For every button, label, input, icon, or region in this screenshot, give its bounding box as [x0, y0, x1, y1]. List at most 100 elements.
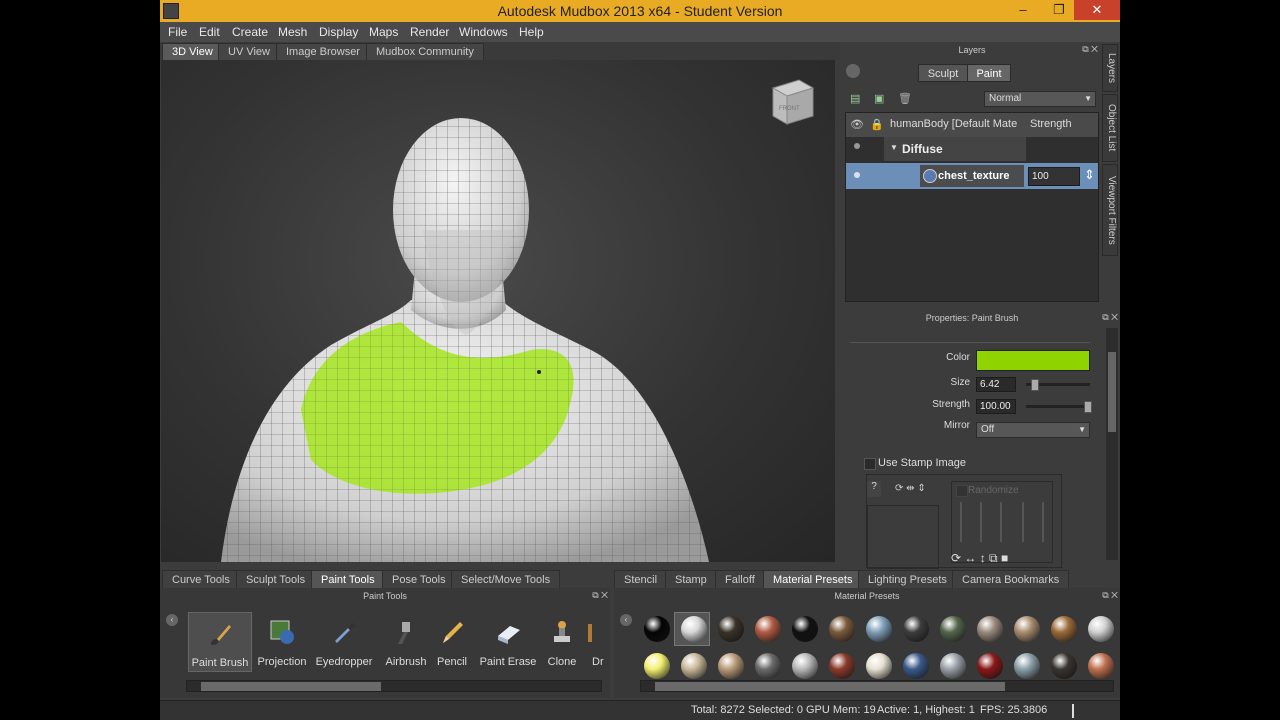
strength-slider[interactable]	[1026, 405, 1090, 408]
material-preset-sphere[interactable]	[977, 653, 1003, 679]
strength-field[interactable]: 100.00	[976, 399, 1016, 414]
minimize-button[interactable]: –	[1008, 0, 1038, 20]
material-preset-sphere[interactable]	[903, 616, 929, 642]
material-preset-sphere[interactable]	[792, 653, 818, 679]
material-preset-sphere[interactable]	[977, 616, 1003, 642]
strength-spinner-icon[interactable]: ⇕	[1084, 167, 1095, 183]
viewport-3d[interactable]: FRONT	[161, 60, 835, 562]
material-preset-sphere[interactable]	[903, 653, 929, 679]
tool-paint-brush[interactable]: Paint Brush	[188, 612, 252, 672]
help-icon[interactable]: ?	[867, 481, 881, 497]
menu-create[interactable]: Create	[232, 25, 268, 39]
tab-uv-view[interactable]: UV View	[218, 43, 280, 60]
layer-row-chest-texture[interactable]: chest_texture 100 ⇕	[846, 163, 1098, 189]
material-preset-sphere[interactable]	[718, 653, 744, 679]
tools-scroll-thumb[interactable]	[201, 682, 381, 691]
material-preset-sphere[interactable]	[1088, 653, 1114, 679]
jitter-slider-5[interactable]	[1042, 502, 1044, 542]
material-preset-sphere[interactable]	[681, 653, 707, 679]
layers-panel-controls[interactable]: ⧉ ✕	[1082, 44, 1098, 55]
size-slider-knob[interactable]	[1031, 379, 1039, 391]
material-preset-sphere[interactable]	[866, 653, 892, 679]
presets-scroll-thumb[interactable]	[655, 682, 1005, 691]
material-preset-sphere[interactable]	[940, 653, 966, 679]
material-preset-sphere[interactable]	[792, 616, 818, 642]
material-preset-sphere[interactable]	[1051, 653, 1077, 679]
tab-image-browser[interactable]: Image Browser	[276, 43, 370, 60]
menu-mesh[interactable]: Mesh	[278, 25, 307, 39]
stamp-transform-icons[interactable]: ⟳ ↔ ↕ ⧉ ■	[951, 551, 1008, 566]
strength-slider-knob[interactable]	[1084, 401, 1092, 413]
properties-scroll-thumb[interactable]	[1108, 352, 1116, 432]
material-preset-sphere[interactable]	[681, 616, 707, 642]
tab-stencil[interactable]: Stencil	[614, 570, 668, 588]
restore-button[interactable]: ❐	[1044, 0, 1074, 20]
properties-panel-controls[interactable]: ⧉ ✕	[1102, 312, 1118, 323]
jitter-slider-1[interactable]	[960, 502, 962, 542]
material-preset-sphere[interactable]	[1051, 616, 1077, 642]
color-swatch[interactable]	[976, 350, 1090, 371]
material-preset-sphere[interactable]	[829, 616, 855, 642]
menu-display[interactable]: Display	[319, 25, 358, 39]
group-visibility-dot[interactable]	[854, 143, 860, 149]
tool-pencil[interactable]: Pencil	[420, 612, 484, 672]
tool-eyedropper[interactable]: Eyedropper	[312, 612, 376, 672]
scroll-left-icon[interactable]: ‹	[166, 614, 178, 626]
material-preset-sphere[interactable]	[644, 653, 670, 679]
material-preset-sphere[interactable]	[866, 616, 892, 642]
side-tab-object-list[interactable]: Object List	[1102, 94, 1118, 162]
tool-dry-brush[interactable]: Dr	[574, 612, 606, 672]
use-stamp-checkbox[interactable]	[864, 458, 876, 470]
lock-icon[interactable]: 🔒	[870, 118, 884, 131]
layers-collapse-icon[interactable]	[846, 64, 860, 78]
view-cube[interactable]: FRONT	[769, 76, 819, 126]
menu-maps[interactable]: Maps	[369, 25, 398, 39]
scroll-left-icon[interactable]: ‹	[620, 614, 632, 626]
presets-panel-controls[interactable]: ⧉ ✕	[1102, 590, 1118, 601]
layer-strength-field[interactable]: 100	[1028, 167, 1080, 186]
material-preset-sphere[interactable]	[1014, 653, 1040, 679]
menu-edit[interactable]: Edit	[199, 25, 220, 39]
diffuse-group-row[interactable]: ▼ Diffuse	[846, 137, 1098, 161]
menu-render[interactable]: Render	[410, 25, 449, 39]
jitter-slider-4[interactable]	[1022, 502, 1024, 542]
tab-falloff[interactable]: Falloff	[715, 570, 765, 588]
stamp-rotate-flip-icons[interactable]: ⟳ ⇹ ⇕	[895, 483, 926, 494]
new-layer-icon[interactable]: ▤	[850, 92, 860, 105]
size-field[interactable]: 6.42	[976, 377, 1016, 392]
material-preset-sphere[interactable]	[644, 616, 670, 642]
side-tab-viewport-filters[interactable]: Viewport Filters	[1102, 164, 1118, 256]
properties-scrollbar[interactable]	[1106, 328, 1118, 560]
tab-curve-tools[interactable]: Curve Tools	[162, 570, 240, 588]
jitter-slider-2[interactable]	[980, 502, 982, 542]
close-button[interactable]: ✕	[1074, 0, 1120, 20]
material-preset-sphere[interactable]	[718, 616, 744, 642]
expand-triangle-icon[interactable]: ▼	[890, 143, 898, 152]
tab-paint-tools[interactable]: Paint Tools	[311, 570, 385, 588]
side-tab-layers[interactable]: Layers	[1102, 44, 1118, 92]
tab-mudbox-community[interactable]: Mudbox Community	[366, 43, 484, 60]
layer-visibility-dot[interactable]	[854, 172, 860, 178]
stamp-image-preview[interactable]	[867, 505, 939, 569]
material-preset-sphere[interactable]	[755, 616, 781, 642]
tab-pose-tools[interactable]: Pose Tools	[382, 570, 456, 588]
presets-scrollbar[interactable]	[640, 680, 1114, 692]
tab-sculpt-tools[interactable]: Sculpt Tools	[236, 570, 316, 588]
tool-projection[interactable]: Projection	[250, 612, 314, 672]
material-preset-sphere[interactable]	[940, 616, 966, 642]
tools-panel-controls[interactable]: ⧉ ✕	[592, 590, 608, 601]
tab-material-presets[interactable]: Material Presets	[763, 570, 863, 588]
tab-select-move-tools[interactable]: Select/Move Tools	[451, 570, 561, 588]
duplicate-layer-icon[interactable]: ▣	[874, 92, 884, 105]
tools-scrollbar[interactable]	[186, 680, 602, 692]
material-preset-sphere[interactable]	[829, 653, 855, 679]
tab-3d-view[interactable]: 3D View	[162, 43, 223, 60]
tab-stamp[interactable]: Stamp	[665, 570, 717, 588]
blend-mode-dropdown[interactable]: Normal ▼	[984, 91, 1096, 107]
layer-name[interactable]: chest_texture	[938, 170, 1010, 182]
human-body-model[interactable]	[161, 60, 835, 562]
delete-layer-icon[interactable]: 🗑	[898, 92, 912, 105]
randomize-checkbox[interactable]	[956, 485, 968, 497]
material-preset-sphere[interactable]	[1088, 616, 1114, 642]
visibility-eye-icon[interactable]: 👁	[850, 118, 864, 131]
